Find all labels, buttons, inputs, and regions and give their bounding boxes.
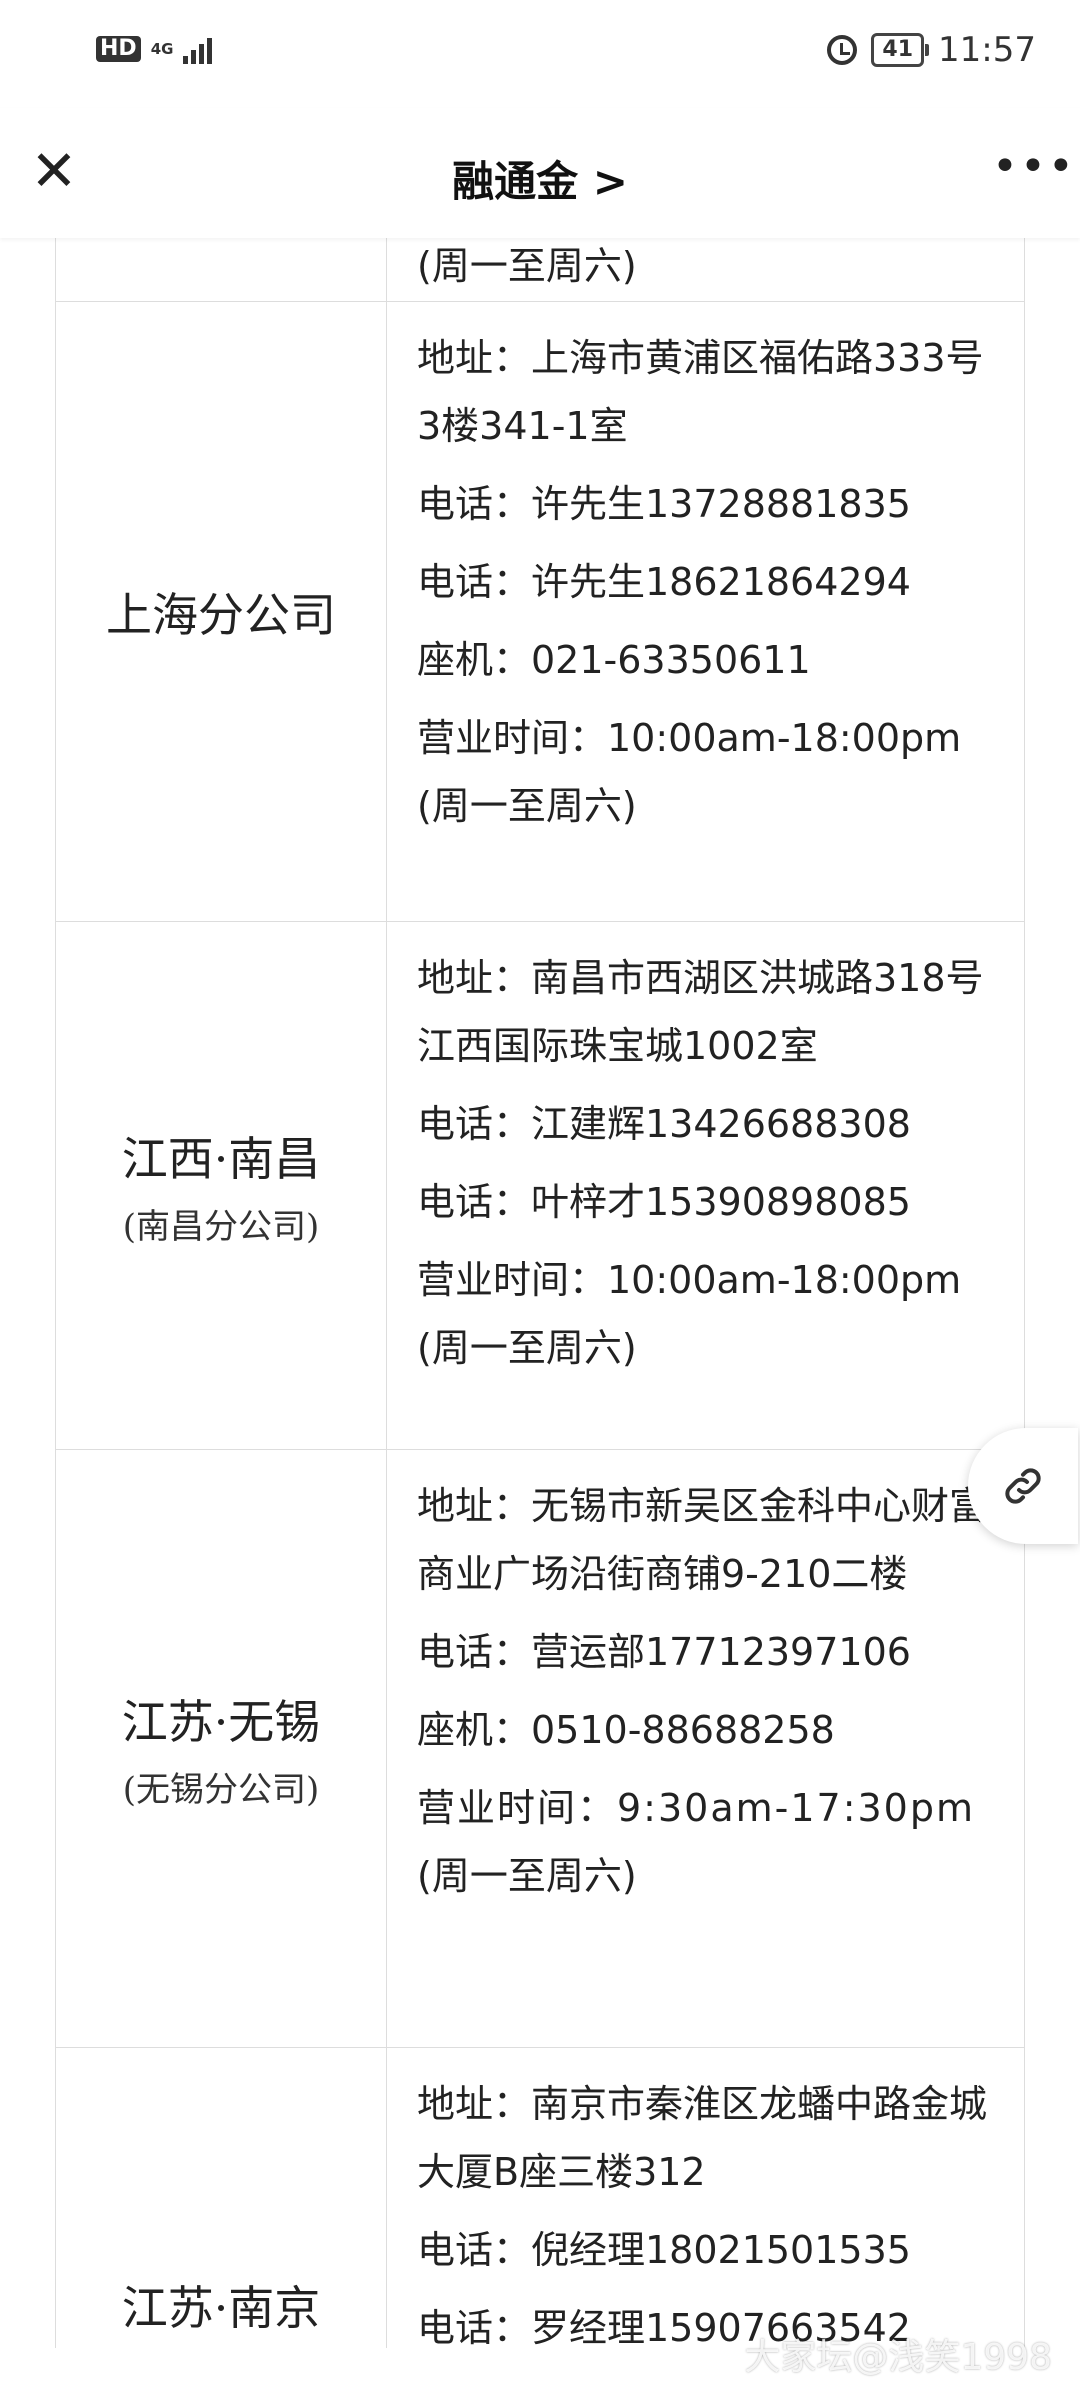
table-row: 江苏·南京 地址：南京市秦淮区龙蟠中路金城大厦B座三楼312 电话：倪经理180… [55, 2048, 1025, 2350]
table-row: 江西·南昌 (南昌分公司) 地址：南昌市西湖区洪城路318号江西国际珠宝城100… [55, 922, 1025, 1450]
table-row: (周一至周六) [55, 238, 1025, 302]
info-address: 地址：上海市黄浦区福佑路333号3楼341-1室 [417, 336, 984, 448]
info-phone[interactable]: 电话：许先生18621864294 [417, 548, 998, 616]
signal-icon [183, 34, 213, 64]
info-phone[interactable]: 电话：许先生13728881835 [417, 470, 998, 538]
info-phone[interactable]: 电话：叶梓才15390898085 [417, 1168, 998, 1236]
info-phone[interactable]: 电话：江建辉13426688308 [417, 1090, 998, 1158]
info-address: 地址：南昌市西湖区洪城路318号江西国际珠宝城1002室 [417, 956, 984, 1068]
status-bar: HD 4G 41 11:57 [0, 0, 1080, 108]
info-phone[interactable]: 电话：倪经理18021501535 [417, 2216, 998, 2284]
info-address: 地址：南京市秦淮区龙蟠中路金城大厦B座三楼312 [417, 2082, 988, 2194]
info-address: 地址：无锡市新吴区金科中心财富商业广场沿街商铺9-210二楼 [417, 1484, 988, 1596]
watermark: 大家坛@浅笑1998 [744, 2337, 1052, 2378]
info-landline[interactable]: 座机：021-63350611 [417, 626, 998, 694]
branch-subtitle: (南昌分公司) [122, 1207, 320, 1247]
table-row: 上海分公司 地址：上海市黄浦区福佑路333号3楼341-1室 电话：许先生137… [55, 302, 1025, 922]
hd-icon: HD [96, 36, 141, 62]
link-icon [1005, 1468, 1041, 1504]
more-icon[interactable]: ••• [992, 145, 1074, 192]
branch-info-cell: (周一至周六) [387, 238, 1024, 301]
branch-name-cell: 江苏·无锡 (无锡分公司) [56, 1450, 387, 2047]
page-title[interactable]: 融通金 > [0, 148, 1080, 209]
info-landline[interactable]: 座机：0510-88688258 [417, 1696, 998, 1764]
branch-info-cell: 地址：南昌市西湖区洪城路318号江西国际珠宝城1002室 电话：江建辉13426… [387, 922, 1024, 1449]
info-hours-days: (周一至周六) [417, 244, 637, 288]
alarm-icon [827, 35, 858, 65]
branch-title: 江苏·无锡 [121, 1695, 321, 1749]
branch-info-cell: 地址：无锡市新吴区金科中心财富商业广场沿街商铺9-210二楼 电话：营运部177… [387, 1450, 1024, 2047]
branch-name-cell: 江苏·南京 [56, 2048, 387, 2348]
info-phone[interactable]: 电话：营运部17712397106 [417, 1618, 998, 1686]
branch-info-cell: 地址：上海市黄浦区福佑路333号3楼341-1室 电话：许先生137288818… [387, 302, 1024, 921]
info-hours: 营业时间：10:00am-18:00pm [417, 1258, 962, 1302]
network-type: 4G [150, 40, 174, 58]
info-hours-days: (周一至周六) [417, 1854, 637, 1898]
branch-info-cell: 地址：南京市秦淮区龙蟠中路金城大厦B座三楼312 电话：倪经理180215015… [387, 2048, 1024, 2350]
branch-subtitle: (无锡分公司) [122, 1770, 320, 1810]
info-hours-days: (周一至周六) [417, 784, 637, 828]
info-hours-days: (周一至周六) [417, 1326, 637, 1370]
nav-bar: ✕ 融通金 > ••• [0, 108, 1080, 238]
branch-title: 江西·南昌 [121, 1132, 321, 1186]
branch-title: 江苏·南京 [121, 2281, 321, 2335]
clock: 11:57 [938, 30, 1036, 70]
info-hours: 营业时间：9:30am-17:30pm [417, 1786, 975, 1830]
status-right: 41 11:57 [827, 30, 1036, 70]
link-button[interactable] [968, 1428, 1078, 1544]
info-hours: 营业时间：10:00am-18:00pm [417, 716, 962, 760]
branch-title: 上海分公司 [106, 587, 336, 642]
branch-table: (周一至周六) 上海分公司 地址：上海市黄浦区福佑路333号3楼341-1室 电… [55, 238, 1025, 2350]
branch-name-cell [56, 238, 387, 301]
status-left: HD 4G [96, 34, 213, 64]
branch-name-cell: 江西·南昌 (南昌分公司) [56, 922, 387, 1449]
battery-icon: 41 [871, 33, 929, 67]
branch-name-cell: 上海分公司 [56, 302, 387, 921]
table-row: 江苏·无锡 (无锡分公司) 地址：无锡市新吴区金科中心财富商业广场沿街商铺9-2… [55, 1450, 1025, 2048]
